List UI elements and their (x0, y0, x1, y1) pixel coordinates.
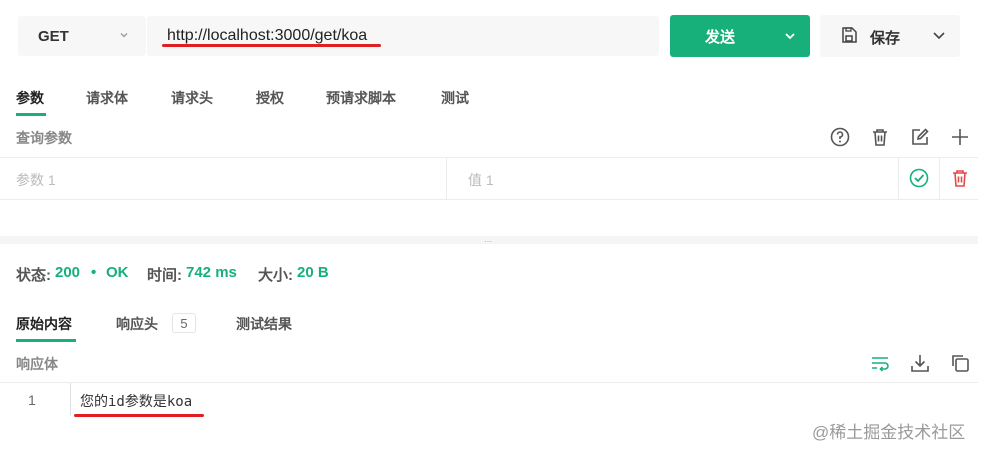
tab-tests[interactable]: 测试 (441, 88, 469, 108)
method-value: GET (38, 27, 69, 45)
time-value: 742 ms (186, 264, 237, 281)
method-select[interactable]: GET (18, 16, 146, 56)
response-annotation-underline (74, 414, 204, 417)
chevron-down-icon[interactable] (932, 28, 946, 42)
tab-body[interactable]: 请求体 (86, 88, 128, 108)
tab-headers[interactable]: 请求头 (171, 88, 213, 108)
status-label: 状态: (16, 267, 51, 284)
tab-raw-content[interactable]: 原始内容 (16, 314, 72, 334)
plus-icon[interactable] (949, 126, 971, 148)
headers-count-badge: 5 (172, 313, 196, 333)
splitter-grip-icon[interactable]: ⋯ (484, 237, 493, 246)
status-code: 200 (55, 264, 81, 281)
column-divider (446, 157, 447, 199)
active-response-tab-indicator (16, 339, 76, 342)
question-circle-icon[interactable] (829, 126, 851, 148)
size-label: 大小: (258, 267, 293, 284)
watermark: @稀土掘金技术社区 (812, 423, 966, 442)
edit-icon[interactable] (909, 126, 931, 148)
save-label: 保存 (870, 30, 901, 47)
param-key-input[interactable]: 参数 1 (16, 170, 56, 190)
chevron-down-icon (785, 33, 795, 40)
line-number: 1 (28, 392, 36, 408)
tab-auth[interactable]: 授权 (256, 88, 284, 108)
download-icon[interactable] (909, 352, 931, 374)
response-body-label: 响应体 (16, 356, 58, 372)
trash-icon[interactable] (949, 167, 971, 189)
check-circle-icon[interactable] (908, 167, 930, 189)
response-body-content[interactable]: 您的id参数是koa (80, 391, 192, 411)
query-params-label: 查询参数 (16, 130, 72, 146)
tab-pre-request-script[interactable]: 预请求脚本 (326, 88, 396, 108)
save-button[interactable]: 保存 (820, 15, 960, 57)
time-label: 时间: (147, 267, 182, 284)
wrap-lines-icon[interactable] (869, 352, 891, 374)
send-options-button[interactable] (770, 15, 810, 57)
column-divider (898, 157, 899, 199)
send-button[interactable]: 发送 (670, 15, 770, 57)
url-input[interactable]: http://localhost:3000/get/koa (147, 16, 659, 56)
size-value: 20 B (297, 264, 329, 281)
send-button-group: 发送 (670, 15, 810, 57)
save-icon (842, 27, 857, 43)
response-body-top-border (0, 382, 978, 383)
param-value-input[interactable]: 值 1 (468, 170, 494, 190)
status-dot: • (91, 264, 97, 281)
active-tab-indicator (16, 113, 46, 116)
trash-icon[interactable] (869, 126, 891, 148)
status-text: OK (106, 264, 129, 281)
tab-response-headers[interactable]: 响应头 (116, 314, 158, 334)
copy-icon[interactable] (949, 352, 971, 374)
tab-test-results[interactable]: 测试结果 (236, 314, 292, 334)
url-annotation-underline (162, 44, 381, 47)
tab-params[interactable]: 参数 (16, 88, 44, 108)
line-number-gutter (70, 383, 71, 415)
url-value: http://localhost:3000/get/koa (167, 27, 368, 44)
column-divider (939, 157, 940, 199)
chevron-down-icon (120, 33, 128, 38)
table-border-top (0, 157, 978, 158)
table-border-bottom (0, 199, 978, 200)
